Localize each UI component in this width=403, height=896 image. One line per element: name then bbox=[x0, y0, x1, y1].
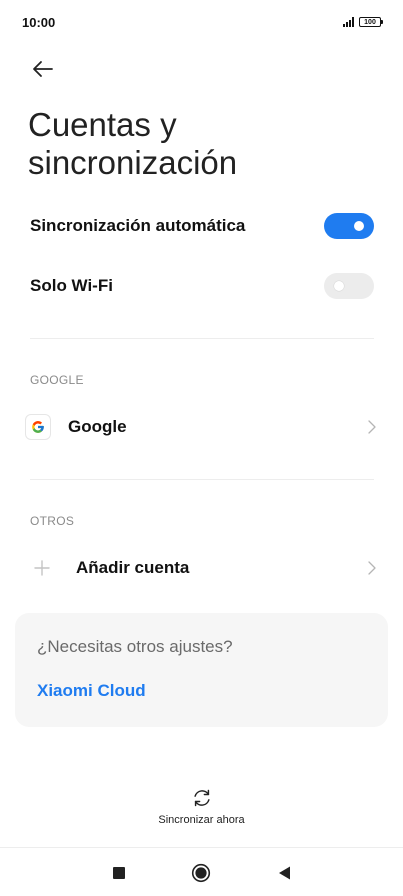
square-icon bbox=[113, 867, 125, 879]
section-header-google: GOOGLE bbox=[30, 373, 84, 387]
sync-now-label: Sincronizar ahora bbox=[158, 814, 245, 826]
page-title-line2: sincronización bbox=[28, 144, 238, 181]
sync-icon bbox=[190, 786, 214, 810]
divider bbox=[30, 479, 374, 480]
toggle-knob bbox=[334, 281, 344, 291]
google-account-label: Google bbox=[68, 417, 127, 436]
chevron-right-icon bbox=[366, 419, 378, 435]
back-button[interactable] bbox=[28, 54, 58, 84]
nav-back-button[interactable] bbox=[274, 864, 294, 882]
auto-sync-row[interactable]: Sincronización automática bbox=[30, 206, 374, 246]
battery-icon: 100 bbox=[359, 17, 383, 27]
wifi-only-toggle[interactable] bbox=[324, 273, 374, 299]
google-logo-icon bbox=[26, 415, 50, 439]
plus-icon bbox=[30, 556, 54, 580]
page-title-line1: Cuentas y bbox=[28, 106, 177, 143]
triangle-back-icon bbox=[279, 866, 290, 880]
chevron-right-icon bbox=[366, 560, 378, 576]
add-account-label: Añadir cuenta bbox=[76, 558, 190, 577]
google-g-glyph bbox=[32, 421, 44, 433]
status-bar: 10:00 100 bbox=[0, 0, 403, 48]
wifi-only-row[interactable]: Solo Wi-Fi bbox=[30, 266, 374, 306]
section-header-others: OTROS bbox=[30, 514, 75, 528]
auto-sync-toggle[interactable] bbox=[324, 213, 374, 239]
nav-home-button[interactable] bbox=[191, 863, 211, 883]
signal-icon bbox=[343, 17, 354, 27]
toggle-knob bbox=[354, 221, 364, 231]
divider bbox=[30, 338, 374, 339]
add-account-row[interactable]: Añadir cuenta bbox=[26, 548, 378, 588]
auto-sync-label: Sincronización automática bbox=[30, 216, 246, 235]
arrow-left-icon bbox=[33, 61, 53, 77]
page-title: Cuentas y sincronización bbox=[28, 106, 368, 182]
xiaomi-cloud-link[interactable]: Xiaomi Cloud bbox=[37, 681, 146, 701]
google-account-row[interactable]: Google bbox=[26, 407, 378, 447]
status-time: 10:00 bbox=[22, 15, 56, 30]
card-title: ¿Necesitas otros ajustes? bbox=[37, 637, 233, 656]
nav-recents-button[interactable] bbox=[109, 864, 129, 882]
other-settings-card: ¿Necesitas otros ajustes? Xiaomi Cloud bbox=[15, 613, 388, 727]
status-icons: 100 bbox=[343, 17, 383, 27]
sync-now-button[interactable]: Sincronizar ahora bbox=[0, 786, 403, 826]
battery-level: 100 bbox=[364, 18, 376, 26]
navigation-bar bbox=[0, 848, 403, 896]
wifi-only-label: Solo Wi-Fi bbox=[30, 276, 113, 295]
circle-icon bbox=[191, 863, 211, 883]
